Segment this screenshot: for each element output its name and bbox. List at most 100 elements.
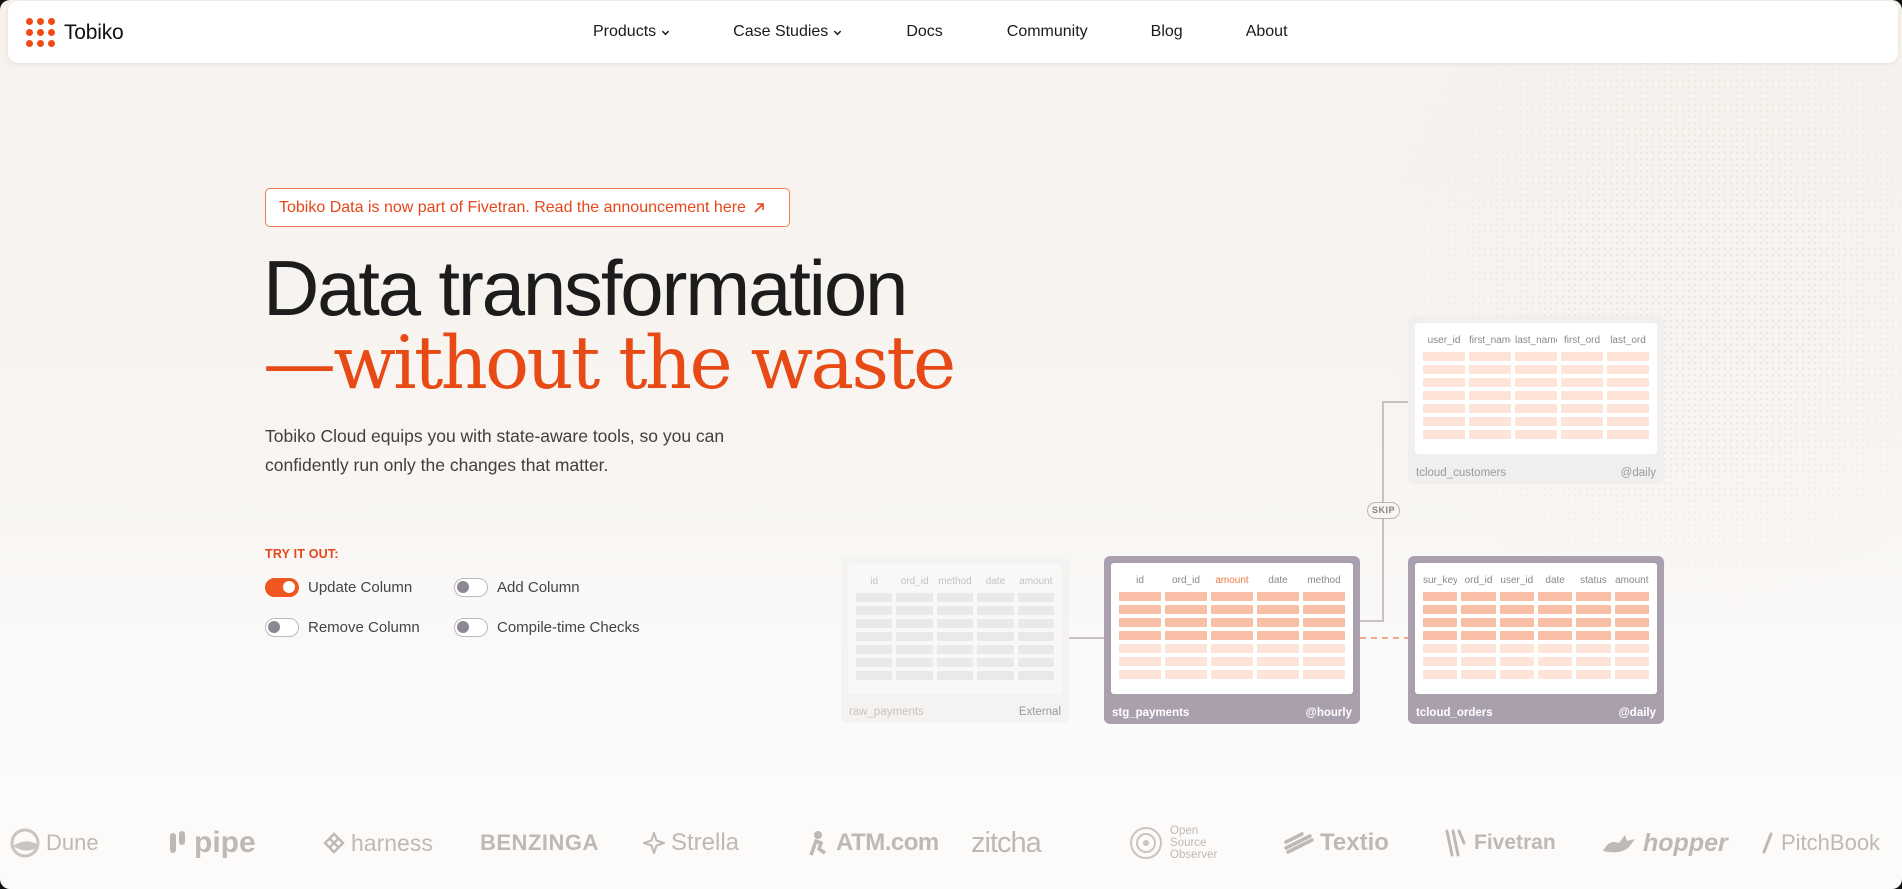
table-cell [936,632,974,641]
table-row [856,658,1055,667]
model-schedule: @daily [1620,467,1656,479]
model-card-tcloud-orders[interactable]: sur_key ord_id user_id date status amoun… [1408,556,1664,724]
table-cell [1303,605,1345,614]
logo-pipe: pipe [168,815,256,871]
table-cell [1561,430,1603,439]
model-card-tcloud-customers[interactable]: user_id first_name last_name first_ord l… [1408,316,1664,484]
nav-products[interactable]: Products [593,23,670,41]
table-row [1423,430,1649,439]
option-compile-time-checks[interactable]: Compile-time Checks [454,618,640,637]
column-header: first_ord [1563,335,1601,346]
toggle-switch[interactable] [265,578,299,597]
column-header: first_name [1469,335,1511,346]
table-cell [1461,670,1496,679]
column-headers: id ord_id amount date method [1111,563,1353,586]
table-cell [1423,417,1465,426]
table-cell [856,606,893,615]
table-cell [1537,657,1573,666]
table-cell [1469,417,1511,426]
table-cell [896,671,933,680]
column-header-highlighted: amount [1215,575,1249,586]
column-header: ord_id [1464,575,1493,586]
option-update-column[interactable]: Update Column [265,578,412,597]
table-cell [1211,670,1253,679]
table-row [1423,404,1649,413]
table-preview: sur_key ord_id user_id date status amoun… [1415,563,1657,694]
toggle-switch[interactable] [265,618,299,637]
table-row [1423,618,1649,627]
logo-text: Textio [1320,829,1389,856]
customer-logos-strip: Dune pipe harness BENZINGA Strella ATM.c… [0,815,1902,871]
table-rows [1111,586,1353,679]
table-cell [1119,670,1161,679]
column-header: amount [1019,576,1053,587]
table-row [1119,618,1345,627]
nav-docs[interactable]: Docs [906,23,942,41]
table-cell [1211,644,1253,653]
logo-dune: Dune [10,815,99,871]
column-header: method [938,576,972,587]
atm-logo-icon [809,831,826,856]
tobiko-logo-icon [25,17,56,48]
table-cell [1017,606,1055,615]
hopper-bunny-logo-icon [1603,835,1635,853]
logo-text: zitcha [971,826,1042,859]
announcement-link[interactable]: Tobiko Data is now part of Fivetran. Rea… [265,188,790,227]
nav-community[interactable]: Community [1007,23,1088,41]
table-row [856,671,1055,680]
logo-text: Fivetran [1474,831,1556,854]
table-cell [1119,631,1161,640]
table-cell [1561,404,1603,413]
logo-fivetran: Fivetran [1444,815,1556,871]
table-cell [1461,644,1496,653]
table-cell [1614,592,1649,601]
nav-blog[interactable]: Blog [1151,23,1183,41]
table-row [1423,378,1649,387]
table-cell [896,658,933,667]
table-cell [1165,670,1207,679]
table-cell [1607,391,1649,400]
nav-about[interactable]: About [1246,23,1288,41]
table-row [1119,657,1345,666]
nav-case-studies[interactable]: Case Studies [733,23,842,41]
logo-text: pipe [194,826,256,859]
table-cell [1461,605,1496,614]
model-card-raw-payments[interactable]: id ord_id method date amount raw_payment… [841,557,1069,723]
option-remove-column[interactable]: Remove Column [265,618,420,637]
column-headers: id ord_id method date amount [848,564,1062,587]
table-cell [1537,644,1573,653]
table-cell [1211,657,1253,666]
table-row [856,632,1055,641]
chevron-down-icon [834,30,842,35]
toggle-switch[interactable] [454,618,488,637]
logo-text: Dune [46,830,99,855]
try-it-label: TRY IT OUT: [265,547,339,561]
column-header: status [1580,575,1607,586]
option-add-column[interactable]: Add Column [454,578,580,597]
table-cell [1537,605,1573,614]
table-rows [1415,346,1657,439]
column-header: date [985,576,1006,587]
column-header: ord_id [900,576,929,587]
strella-logo-icon [643,832,665,854]
table-cell [1303,618,1345,627]
table-row [1423,631,1649,640]
logo-strella: Strella [643,815,739,871]
table-row [1119,592,1345,601]
brand-logo[interactable]: Tobiko [25,17,124,48]
table-cell [1561,417,1603,426]
option-label: Update Column [308,579,413,596]
toggle-switch[interactable] [454,578,488,597]
table-cell [1257,605,1299,614]
nav-products-label: Products [593,23,657,40]
card-footer: raw_payments External [849,706,1061,718]
arrow-up-right-icon [754,202,764,213]
model-card-stg-payments[interactable]: id ord_id amount date method stg_payment… [1104,556,1360,724]
table-row [1119,631,1345,640]
logo-text: PitchBook [1781,830,1881,855]
fivetran-logo-icon [1445,829,1466,857]
table-cell [1211,605,1253,614]
table-cell [1499,618,1534,627]
column-headers: sur_key ord_id user_id date status amoun… [1415,563,1657,586]
table-cell [1576,618,1611,627]
